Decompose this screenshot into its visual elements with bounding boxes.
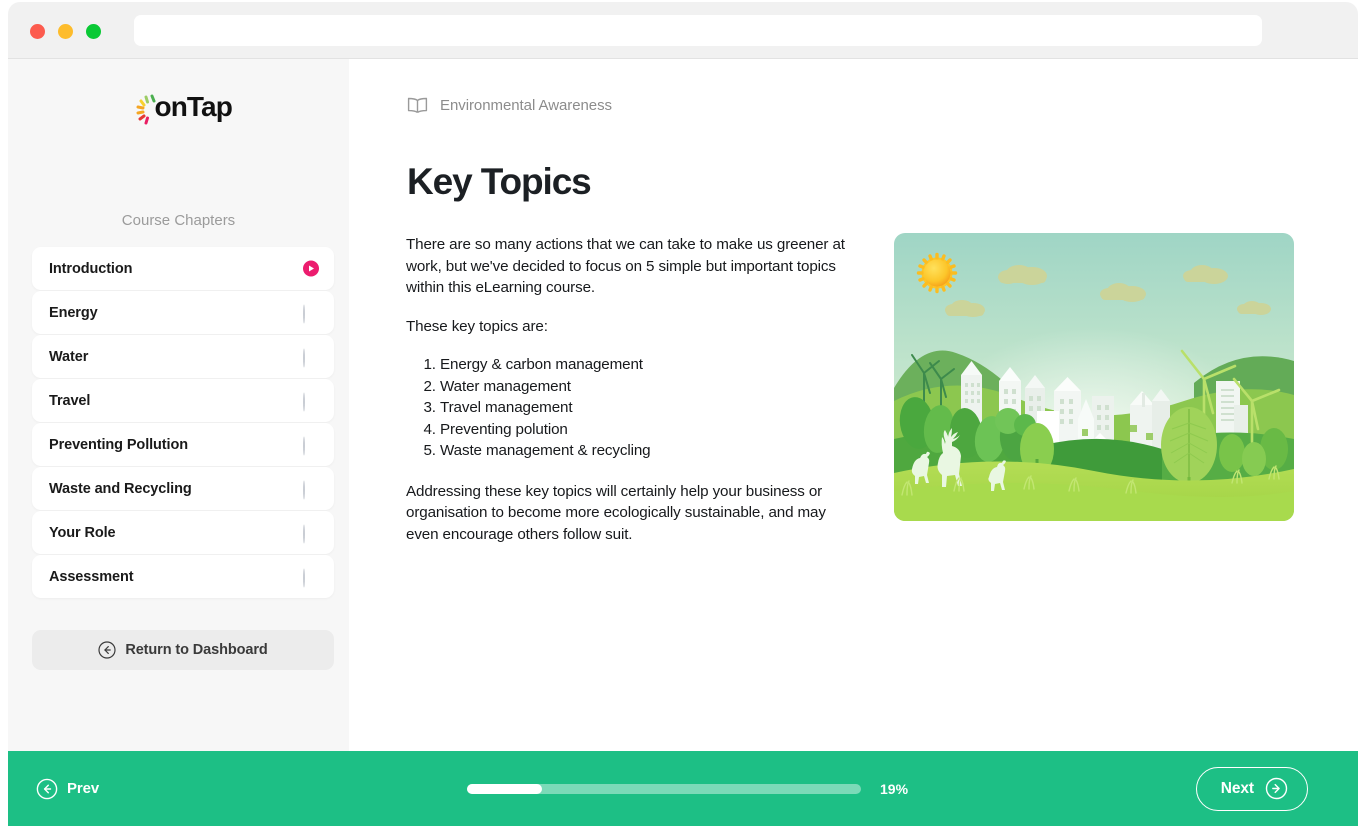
sidebar-item-waste-and-recycling[interactable]: Waste and Recycling	[32, 467, 334, 510]
progress-fill	[467, 783, 542, 794]
circle-outline-icon	[303, 480, 305, 499]
sidebar: onTap Course Chapters Introduction Energ…	[8, 59, 349, 751]
eco-city-papercut-illustration	[894, 233, 1294, 521]
next-button-label: Next	[1220, 779, 1254, 797]
chapter-status[interactable]	[303, 392, 318, 411]
window-traffic-lights	[30, 24, 101, 39]
sidebar-item-energy[interactable]: Energy	[32, 291, 334, 334]
chapter-status[interactable]	[303, 348, 318, 367]
sidebar-section-label: Course Chapters	[121, 212, 236, 229]
progress-track[interactable]	[467, 783, 861, 794]
breadcrumb[interactable]: Environmental Awareness	[407, 97, 612, 114]
key-topics-list: Energy & carbon management Water managem…	[406, 354, 856, 462]
main-content: Environmental Awareness Key Topics There…	[349, 59, 1358, 751]
sidebar-item-preventing-pollution[interactable]: Preventing Pollution	[32, 423, 334, 466]
breadcrumb-label: Environmental Awareness	[440, 97, 613, 114]
close-window-button[interactable]	[30, 24, 45, 39]
sidebar-item-travel[interactable]: Travel	[32, 379, 334, 422]
circle-outline-icon	[303, 304, 305, 323]
minimize-window-button[interactable]	[58, 24, 73, 39]
next-button[interactable]: Next	[1195, 766, 1308, 811]
list-item: Water management	[440, 376, 856, 398]
chapter-label: Energy	[49, 304, 98, 321]
chapter-label: Water	[49, 348, 89, 365]
maximize-window-button[interactable]	[86, 24, 101, 39]
chapter-status[interactable]	[303, 436, 318, 455]
app-root: onTap Course Chapters Introduction Energ…	[0, 0, 1366, 828]
chapter-label: Introduction	[49, 260, 133, 277]
chapter-label: Assessment	[49, 568, 134, 585]
chapter-status[interactable]	[303, 524, 318, 543]
arrow-left-circle-icon	[36, 778, 58, 799]
chapter-status[interactable]	[302, 260, 319, 277]
lesson-footer-bar: Prev 19% Next	[8, 751, 1358, 826]
circle-outline-icon	[303, 568, 305, 587]
sidebar-item-your-role[interactable]: Your Role	[32, 511, 334, 554]
sidebar-item-water[interactable]: Water	[32, 335, 334, 378]
page-title: Key Topics	[407, 161, 592, 202]
course-progress: 19%	[467, 781, 908, 797]
brand-logo-text: onTap	[154, 91, 233, 122]
brand-logo[interactable]: onTap	[8, 89, 349, 129]
page-viewport: onTap Course Chapters Introduction Energ…	[8, 59, 1358, 826]
list-item: Travel management	[440, 397, 856, 419]
return-to-dashboard-label: Return to Dashboard	[125, 642, 268, 658]
chapter-label: Waste and Recycling	[49, 480, 192, 497]
chapter-label: Preventing Pollution	[49, 436, 188, 453]
arrow-left-circle-icon	[98, 641, 116, 659]
play-icon[interactable]	[302, 260, 319, 277]
circle-outline-icon	[303, 348, 305, 367]
chapter-status[interactable]	[303, 304, 318, 323]
list-item: Energy & carbon management	[440, 354, 856, 376]
prev-button-label: Prev	[67, 780, 100, 797]
chapter-label: Travel	[49, 392, 91, 409]
lesson-paragraph-1: There are so many actions that we can ta…	[406, 236, 845, 296]
sidebar-item-assessment[interactable]: Assessment	[32, 555, 334, 598]
lesson-paragraph-2: These key topics are:	[406, 317, 548, 335]
chapter-status[interactable]	[303, 568, 318, 587]
list-item: Preventing polution	[440, 419, 856, 441]
browser-chrome	[8, 2, 1358, 59]
arrow-right-circle-icon	[1265, 777, 1288, 800]
lesson-body: There are so many actions that we can ta…	[406, 234, 856, 562]
chapter-list: Introduction Energy Water Travel Prevent…	[32, 247, 334, 599]
circle-outline-icon	[303, 524, 305, 543]
progress-percent-label: 19%	[880, 780, 909, 797]
chapter-status[interactable]	[303, 480, 318, 499]
sidebar-item-introduction[interactable]: Introduction	[32, 247, 334, 290]
return-to-dashboard-button[interactable]: Return to Dashboard	[32, 630, 334, 670]
circle-outline-icon	[303, 392, 305, 411]
prev-button[interactable]: Prev	[36, 778, 99, 800]
list-item: Waste management & recycling	[440, 440, 856, 462]
circle-outline-icon	[303, 436, 305, 455]
address-bar-input[interactable]	[134, 15, 1262, 46]
open-book-icon	[407, 97, 428, 114]
lesson-paragraph-3: Addressing these key topics will certain…	[406, 482, 826, 543]
chapter-label: Your Role	[49, 524, 116, 541]
